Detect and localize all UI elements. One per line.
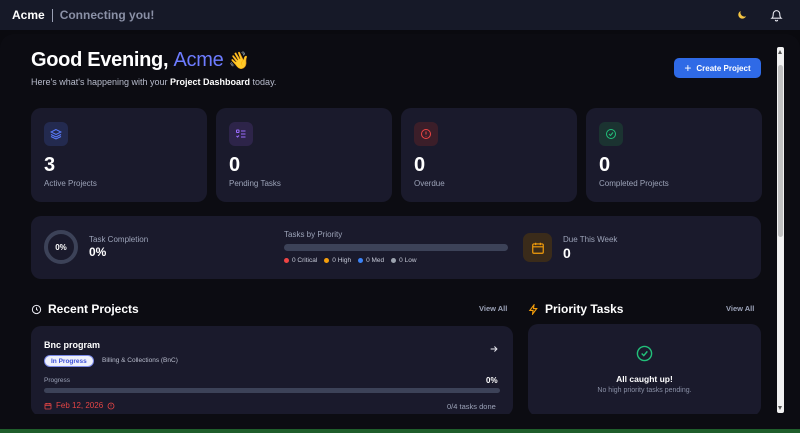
- legend-med: 0 Med: [358, 257, 384, 264]
- stat-card-overdue[interactable]: 0 Overdue: [401, 108, 577, 202]
- progress-label: Progress: [44, 377, 71, 384]
- due-date-text: Feb 12, 2026: [56, 401, 104, 410]
- recent-projects-view-all[interactable]: View All: [479, 304, 507, 313]
- scrollbar[interactable]: [777, 47, 784, 413]
- top-bar: Acme Connecting you!: [0, 0, 800, 30]
- brand-tagline: Connecting you!: [59, 8, 155, 22]
- project-card[interactable]: Bnc program In Progress Billing & Collec…: [31, 326, 513, 416]
- progress-bar: [44, 388, 500, 393]
- greeting-text: Good Evening,: [31, 49, 169, 71]
- project-client: Billing & Collections (BnC): [102, 357, 178, 364]
- check-circle-icon: [599, 122, 623, 146]
- due-this-week-label: Due This Week: [563, 235, 618, 244]
- priority-bar: [284, 244, 508, 251]
- user-name: Acme: [173, 49, 224, 71]
- lightning-icon: [528, 303, 538, 315]
- create-project-button[interactable]: + Create Project: [674, 58, 761, 78]
- legend-high: 0 High: [324, 257, 351, 264]
- arrow-right-icon[interactable]: [489, 341, 499, 359]
- scroll-down-arrow[interactable]: [778, 406, 782, 410]
- moon-icon[interactable]: [734, 7, 750, 23]
- taskbar-edge: [0, 429, 800, 433]
- stat-label: Completed Projects: [599, 179, 669, 188]
- project-name: Bnc program: [44, 340, 101, 350]
- status-badge: In Progress: [44, 355, 94, 367]
- clock-icon: [31, 304, 42, 314]
- tasks-by-priority-label: Tasks by Priority: [284, 230, 343, 239]
- calendar-small-icon: [44, 402, 52, 409]
- alert-small-icon: [107, 402, 115, 409]
- legend-critical: 0 Critical: [284, 257, 317, 264]
- scroll-thumb[interactable]: [778, 65, 783, 237]
- task-completion-value: 0%: [89, 245, 107, 259]
- alert-circle-icon: [414, 122, 438, 146]
- task-summary-card: 0% Task Completion 0% Tasks by Priority …: [31, 216, 761, 279]
- stat-label: Pending Tasks: [229, 179, 281, 188]
- create-project-label: Create Project: [696, 63, 751, 73]
- page-subtitle: Here's what's happening with your Projec…: [31, 77, 276, 87]
- brand-logo[interactable]: Acme: [12, 8, 45, 22]
- layers-icon: [44, 122, 68, 146]
- subtitle-post: today.: [250, 77, 277, 87]
- empty-state-title: All caught up!: [616, 374, 673, 384]
- priority-tasks-heading: Priority Tasks: [528, 302, 623, 316]
- priority-tasks-view-all[interactable]: View All: [726, 304, 754, 313]
- priority-tasks-card: All caught up! No high priority tasks pe…: [528, 324, 761, 416]
- stat-label: Active Projects: [44, 179, 97, 188]
- task-completion-label: Task Completion: [89, 235, 149, 244]
- brand-divider: [51, 8, 53, 22]
- stat-value: 0: [414, 154, 426, 176]
- empty-state-subtitle: No high priority tasks pending.: [597, 387, 692, 394]
- stat-value: 3: [44, 154, 56, 176]
- progress-percent: 0%: [486, 376, 498, 385]
- subtitle-pre: Here's what's happening with your: [31, 77, 171, 87]
- bell-icon[interactable]: [768, 7, 784, 23]
- project-due-date: Feb 12, 2026: [44, 401, 115, 410]
- calendar-icon: [523, 233, 552, 262]
- recent-projects-heading: Recent Projects: [31, 302, 139, 316]
- list-check-icon: [229, 122, 253, 146]
- tasks-done: 0/4 tasks done: [447, 402, 496, 411]
- due-this-week-value: 0: [563, 245, 571, 261]
- stat-card-pending-tasks[interactable]: 0 Pending Tasks: [216, 108, 392, 202]
- stat-card-active-projects[interactable]: 3 Active Projects: [31, 108, 207, 202]
- subtitle-bold: Project Dashboard: [170, 77, 251, 87]
- stat-value: 0: [229, 154, 241, 176]
- stat-value: 0: [599, 154, 611, 176]
- completion-ring-label: 0%: [55, 242, 67, 252]
- priority-tasks-title: Priority Tasks: [545, 302, 624, 316]
- recent-projects-title: Recent Projects: [48, 302, 139, 316]
- scroll-up-arrow[interactable]: [778, 50, 782, 54]
- wave-icon: 👋: [228, 51, 250, 70]
- legend-low: 0 Low: [391, 257, 417, 264]
- check-circle-icon: [636, 345, 653, 367]
- priority-legend: 0 Critical 0 High 0 Med 0 Low: [284, 257, 417, 264]
- page-title: Good Evening, Acme 👋: [31, 49, 250, 72]
- plus-icon: +: [684, 61, 692, 75]
- stat-card-completed-projects[interactable]: 0 Completed Projects: [586, 108, 762, 202]
- stat-label: Overdue: [414, 179, 445, 188]
